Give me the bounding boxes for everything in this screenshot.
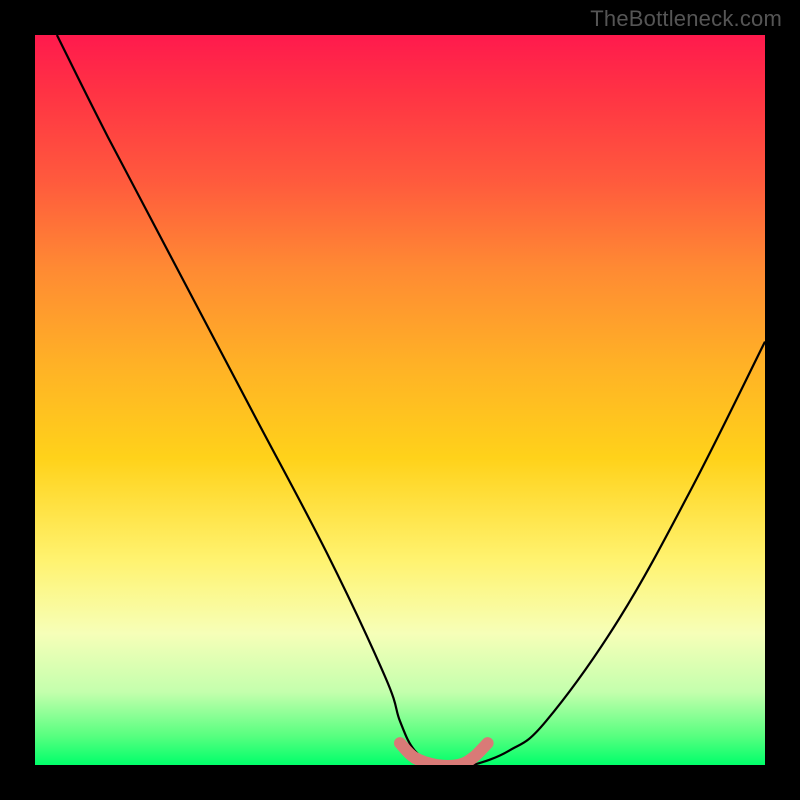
chart-frame: TheBottleneck.com	[0, 0, 800, 800]
gradient-background	[35, 35, 765, 765]
plot-area	[35, 35, 765, 765]
watermark-text: TheBottleneck.com	[590, 6, 782, 32]
